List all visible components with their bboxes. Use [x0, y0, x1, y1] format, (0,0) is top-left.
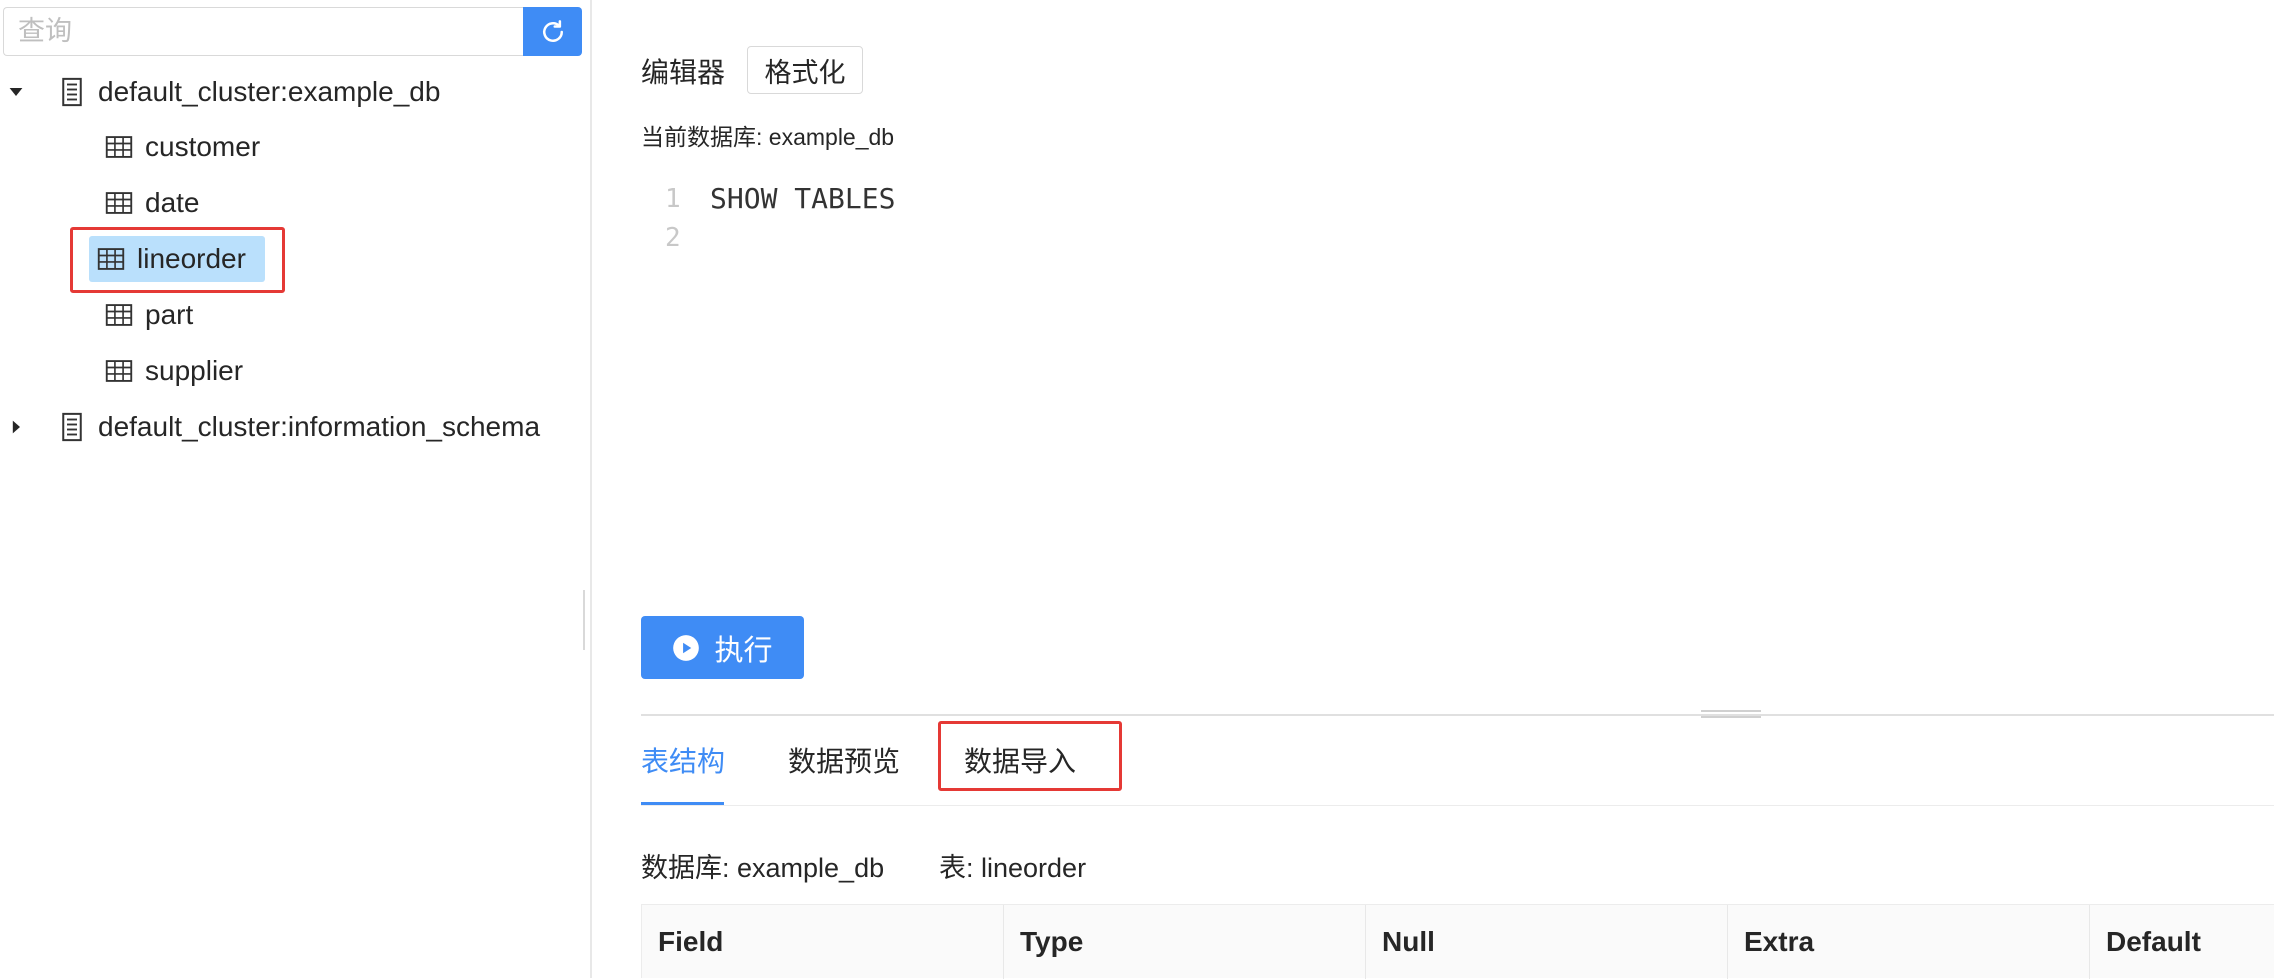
tree-item-supplier[interactable]: supplier [97, 348, 251, 394]
column-header-null[interactable]: Null [1366, 905, 1728, 979]
column-header-extra[interactable]: Extra [1728, 905, 2090, 979]
caret-right-icon [12, 420, 20, 434]
sidebar-divider [590, 0, 592, 978]
caret-down-icon [9, 88, 23, 96]
tree-item-lineorder[interactable]: lineorder [89, 236, 265, 282]
database-icon [58, 412, 86, 442]
play-circle-icon [673, 634, 700, 661]
sidebar-resize-handle[interactable] [583, 590, 585, 650]
tree-item-label: supplier [145, 355, 244, 386]
tab-table-structure[interactable]: 表结构 [641, 740, 725, 780]
line-number: 2 [665, 223, 681, 253]
tab-data-import[interactable]: 数据导入 [964, 740, 1076, 780]
table-icon [97, 245, 125, 273]
tree-node-information-schema[interactable]: default_cluster:information_schema [58, 403, 540, 451]
tree-item-part[interactable]: part [97, 292, 201, 338]
tree-item-label: part [145, 299, 194, 330]
collapse-caret[interactable] [4, 80, 28, 104]
column-header-field[interactable]: Field [642, 905, 1004, 979]
column-header-default[interactable]: Default [2090, 905, 2274, 979]
info-table: 表: lineorder [939, 853, 1087, 883]
info-database: 数据库: example_db [641, 853, 885, 883]
tab-data-preview[interactable]: 数据预览 [788, 740, 900, 780]
run-button[interactable]: 执行 [641, 616, 804, 679]
tree-item-label: date [145, 187, 200, 218]
schema-table: Field Type Null Extra Default [641, 904, 2274, 979]
search-input[interactable] [3, 7, 523, 56]
tree-node-label: default_cluster:example_db [98, 76, 441, 107]
code-line[interactable]: SHOW TABLES [710, 182, 895, 215]
column-header-type[interactable]: Type [1004, 905, 1366, 979]
expand-caret[interactable] [4, 415, 28, 439]
table-icon [105, 133, 133, 161]
editor-label: 编辑器 [641, 57, 726, 88]
tree-node-example-db[interactable]: default_cluster:example_db [58, 68, 440, 116]
database-icon [58, 77, 86, 107]
tree-node-label: default_cluster:information_schema [98, 411, 541, 442]
resize-grip[interactable] [1701, 708, 1761, 722]
current-database-label: 当前数据库: example_db [641, 124, 895, 150]
refresh-icon [542, 19, 563, 42]
tree-item-label: lineorder [137, 243, 246, 274]
tree-item-customer[interactable]: customer [97, 124, 268, 170]
table-icon [105, 301, 133, 329]
tabs-divider [641, 805, 2274, 806]
table-icon [105, 189, 133, 217]
table-icon [105, 357, 133, 385]
format-button[interactable]: 格式化 [747, 46, 863, 94]
sidebar: default_cluster:example_db customer date… [0, 0, 590, 978]
panel-divider [641, 714, 2274, 716]
tree-item-label: customer [145, 131, 261, 162]
refresh-button[interactable] [523, 7, 582, 56]
run-button-label: 执行 [714, 634, 773, 667]
line-number: 1 [665, 184, 681, 214]
tree-item-date[interactable]: date [97, 180, 208, 226]
